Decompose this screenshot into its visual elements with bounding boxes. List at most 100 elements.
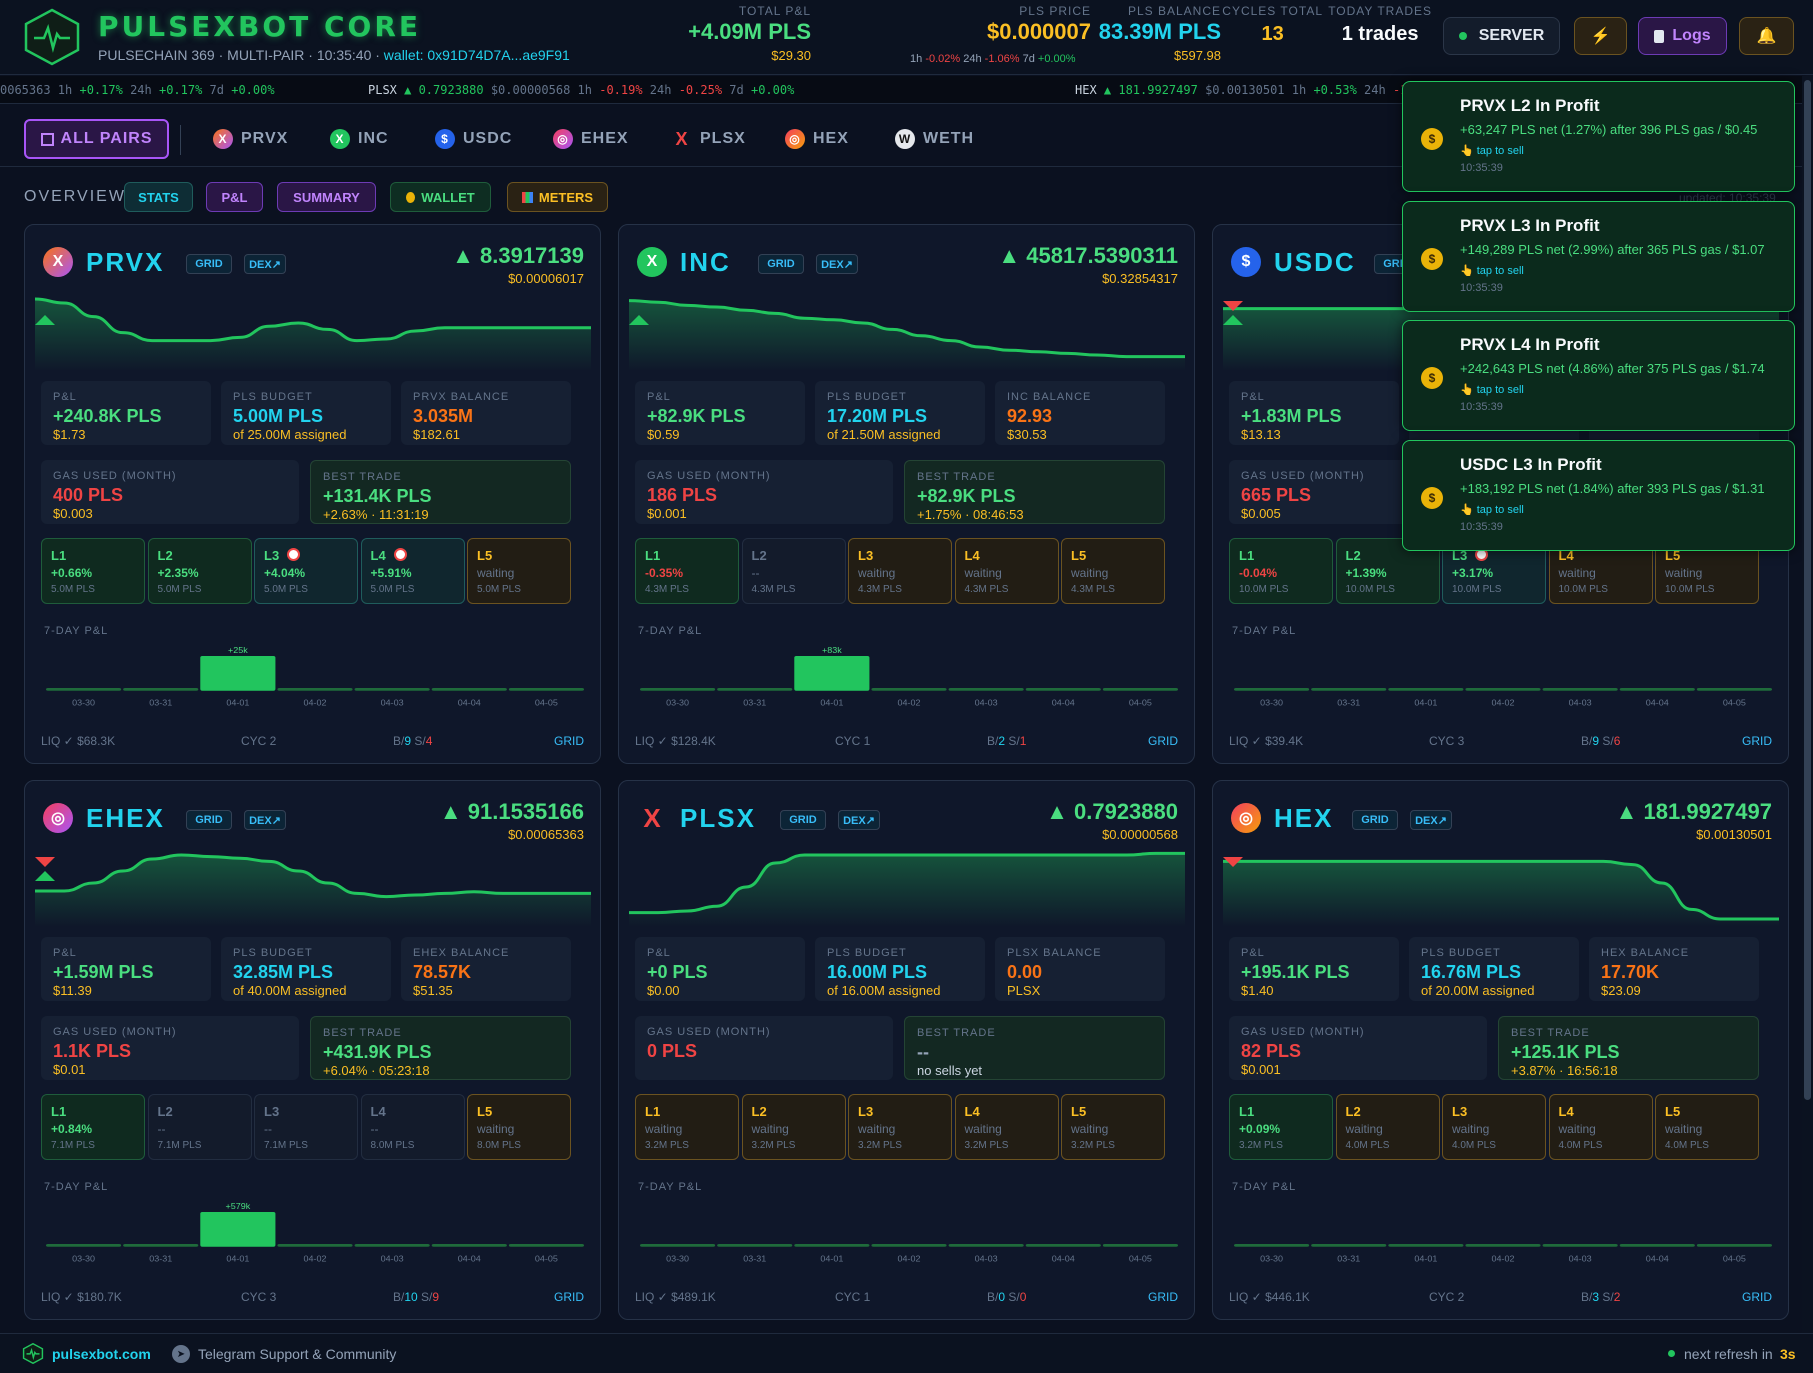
grid-tag[interactable]: GRID (1352, 810, 1398, 830)
level-l5[interactable]: L5 waiting 4.0M PLS (1655, 1094, 1759, 1160)
level-l2[interactable]: L2 +2.35% 5.0M PLS (147, 538, 252, 604)
gas-box: GAS USED (MONTH) 0 PLS (635, 1016, 893, 1080)
dex-link[interactable]: DEX↗ (244, 254, 286, 274)
day-bar (431, 687, 507, 691)
tab-weth[interactable]: W WETH (895, 119, 974, 159)
day-label: 03-31 (149, 698, 172, 708)
level-l4[interactable]: L4 -- 8.0M PLS (360, 1094, 465, 1160)
level-l5[interactable]: L5 waiting 3.2M PLS (1061, 1094, 1165, 1160)
network-info: PULSECHAIN 369 · MULTI-PAIR · 10:35:40 ·… (98, 47, 570, 63)
pnl-button[interactable]: P&L (206, 182, 263, 212)
day-label: 04-05 (535, 698, 558, 708)
budget-box: PLS BUDGET 32.85M PLS of 40.00M assigned (221, 937, 391, 1001)
summary-button[interactable]: SUMMARY (277, 182, 376, 212)
tap-to-sell-action[interactable]: 👆 tap to sell (1460, 383, 1524, 396)
telegram-link[interactable]: Telegram Support & Community (198, 1346, 396, 1362)
level-l4[interactable]: L4 waiting 4.0M PLS (1548, 1094, 1653, 1160)
wallet-button[interactable]: WALLET (390, 182, 491, 212)
stats-button[interactable]: STATS (124, 182, 193, 212)
tab-all-pairs[interactable]: ALL PAIRS (24, 119, 169, 159)
toast-time: 10:35:39 (1460, 162, 1503, 174)
dex-link[interactable]: DEX↗ (1410, 810, 1452, 830)
footer: pulsexbot.com ➤ Telegram Support & Commu… (0, 1333, 1813, 1373)
level-l2[interactable]: L2 -- 4.3M PLS (741, 538, 846, 604)
level-l2[interactable]: L2 -- 7.1M PLS (147, 1094, 252, 1160)
level-l3[interactable]: L3 +4.04% 5.0M PLS (254, 538, 358, 604)
level-l2[interactable]: L2 waiting 4.0M PLS (1335, 1094, 1440, 1160)
brand-title: PULSEXBOT CORE (98, 10, 422, 43)
day-label: 03-30 (1260, 698, 1283, 708)
tap-to-sell-action[interactable]: 👆 tap to sell (1460, 264, 1524, 277)
tap-to-sell-action[interactable]: 👆 tap to sell (1460, 144, 1524, 157)
grid-icon (40, 132, 54, 146)
money-bag-icon (406, 191, 416, 203)
tab-ehex[interactable]: ◎ EHEX (553, 119, 629, 159)
day-label: 03-31 (743, 1254, 766, 1264)
tab-prvx[interactable]: X PRVX (213, 119, 288, 159)
level-l5[interactable]: L5 waiting 8.0M PLS (467, 1094, 571, 1160)
day-label: 04-01 (820, 698, 843, 708)
tab-inc[interactable]: X INC (330, 119, 389, 159)
day-label: 04-05 (1129, 1254, 1152, 1264)
mode-label: GRID (1148, 734, 1178, 748)
level-l5[interactable]: L5 waiting 4.3M PLS (1061, 538, 1165, 604)
level-l3[interactable]: L3 waiting 4.3M PLS (848, 538, 952, 604)
meters-button[interactable]: METERS (507, 182, 608, 212)
site-link[interactable]: pulsexbot.com (52, 1346, 151, 1362)
grid-tag[interactable]: GRID (186, 810, 232, 830)
day-bar (123, 1243, 199, 1247)
level-l4[interactable]: L4 waiting 4.3M PLS (954, 538, 1059, 604)
target-icon (287, 548, 300, 561)
day-bar (277, 1243, 353, 1247)
buy-sell-count: B/9 S/4 (393, 734, 433, 748)
level-l4[interactable]: L4 waiting 3.2M PLS (954, 1094, 1059, 1160)
pnl-box: P&L +240.8K PLS $1.73 (41, 381, 211, 445)
level-l1[interactable]: L1 waiting 3.2M PLS (635, 1094, 739, 1160)
profit-toast[interactable]: $ PRVX L3 In Profit +149,289 PLS net (2.99… (1402, 200, 1795, 312)
day-bar (46, 1243, 122, 1247)
level-l2[interactable]: L2 waiting 3.2M PLS (741, 1094, 846, 1160)
profit-toast[interactable]: $ PRVX L4 In Profit +242,643 PLS net (4.86… (1402, 320, 1795, 431)
lightning-button[interactable]: ⚡ (1574, 17, 1627, 55)
level-l1[interactable]: L1 +0.09% 3.2M PLS (1229, 1094, 1333, 1160)
pair-name: EHEX (86, 803, 165, 833)
dex-link[interactable]: DEX↗ (816, 254, 858, 274)
tab-usdc[interactable]: $ USDC (435, 119, 512, 159)
level-l4[interactable]: L4 +5.91% 5.0M PLS (360, 538, 465, 604)
telegram-icon: ➤ (172, 1345, 190, 1363)
dex-link[interactable]: DEX↗ (838, 810, 880, 830)
tab-plsx[interactable]: X PLSX (672, 119, 746, 159)
scrollbar[interactable] (1802, 76, 1813, 1333)
level-l1[interactable]: L1 -0.04% 10.0M PLS (1229, 538, 1333, 604)
scrollbar-thumb[interactable] (1804, 80, 1811, 1100)
notifications-button[interactable]: 🔔 (1739, 17, 1794, 55)
level-l1[interactable]: L1 +0.66% 5.0M PLS (41, 538, 145, 604)
level-l3[interactable]: L3 waiting 3.2M PLS (848, 1094, 952, 1160)
grid-tag[interactable]: GRID (780, 810, 826, 830)
grid-tag[interactable]: GRID (758, 254, 804, 274)
level-l3[interactable]: L3 waiting 4.0M PLS (1442, 1094, 1546, 1160)
day-label: 04-01 (1414, 1254, 1437, 1264)
day-bar (948, 1243, 1024, 1247)
day-bar (717, 687, 793, 691)
profit-toast[interactable]: $ USDC L3 In Profit +183,192 PLS net (1.84… (1402, 439, 1795, 551)
tab-hex[interactable]: ◎ HEX (785, 119, 849, 159)
tap-to-sell-action[interactable]: 👆 tap to sell (1460, 503, 1524, 516)
logs-button[interactable]: Logs (1638, 17, 1727, 55)
week-pnl-chart: 03-30 03-31 04-01 +83k 04-02 04-03 04-04 04-05 (640, 646, 1178, 708)
best-trade-box: BEST TRADE +131.4K PLS +2.63% · 11:31:19 (310, 460, 571, 524)
pair-name: PRVX (86, 247, 165, 277)
level-l3[interactable]: L3 -- 7.1M PLS (254, 1094, 358, 1160)
wallet-address[interactable]: wallet: 0x91D74D7A...ae9F91 (384, 47, 570, 63)
level-l1[interactable]: L1 -0.35% 4.3M PLS (635, 538, 739, 604)
pair-price: ▲ 91.1535166 (439, 799, 584, 824)
dex-link[interactable]: DEX↗ (244, 810, 286, 830)
level-l5[interactable]: L5 waiting 5.0M PLS (467, 538, 571, 604)
server-button[interactable]: SERVER (1443, 17, 1560, 55)
grid-tag[interactable]: GRID (186, 254, 232, 274)
level-l1[interactable]: L1 +0.84% 7.1M PLS (41, 1094, 145, 1160)
pair-name: USDC (1274, 247, 1356, 277)
day-label: 04-04 (458, 1254, 481, 1264)
day-label: 04-02 (304, 698, 327, 708)
profit-toast[interactable]: $ PRVX L2 In Profit +63,247 PLS net (1.27%… (1402, 81, 1795, 192)
